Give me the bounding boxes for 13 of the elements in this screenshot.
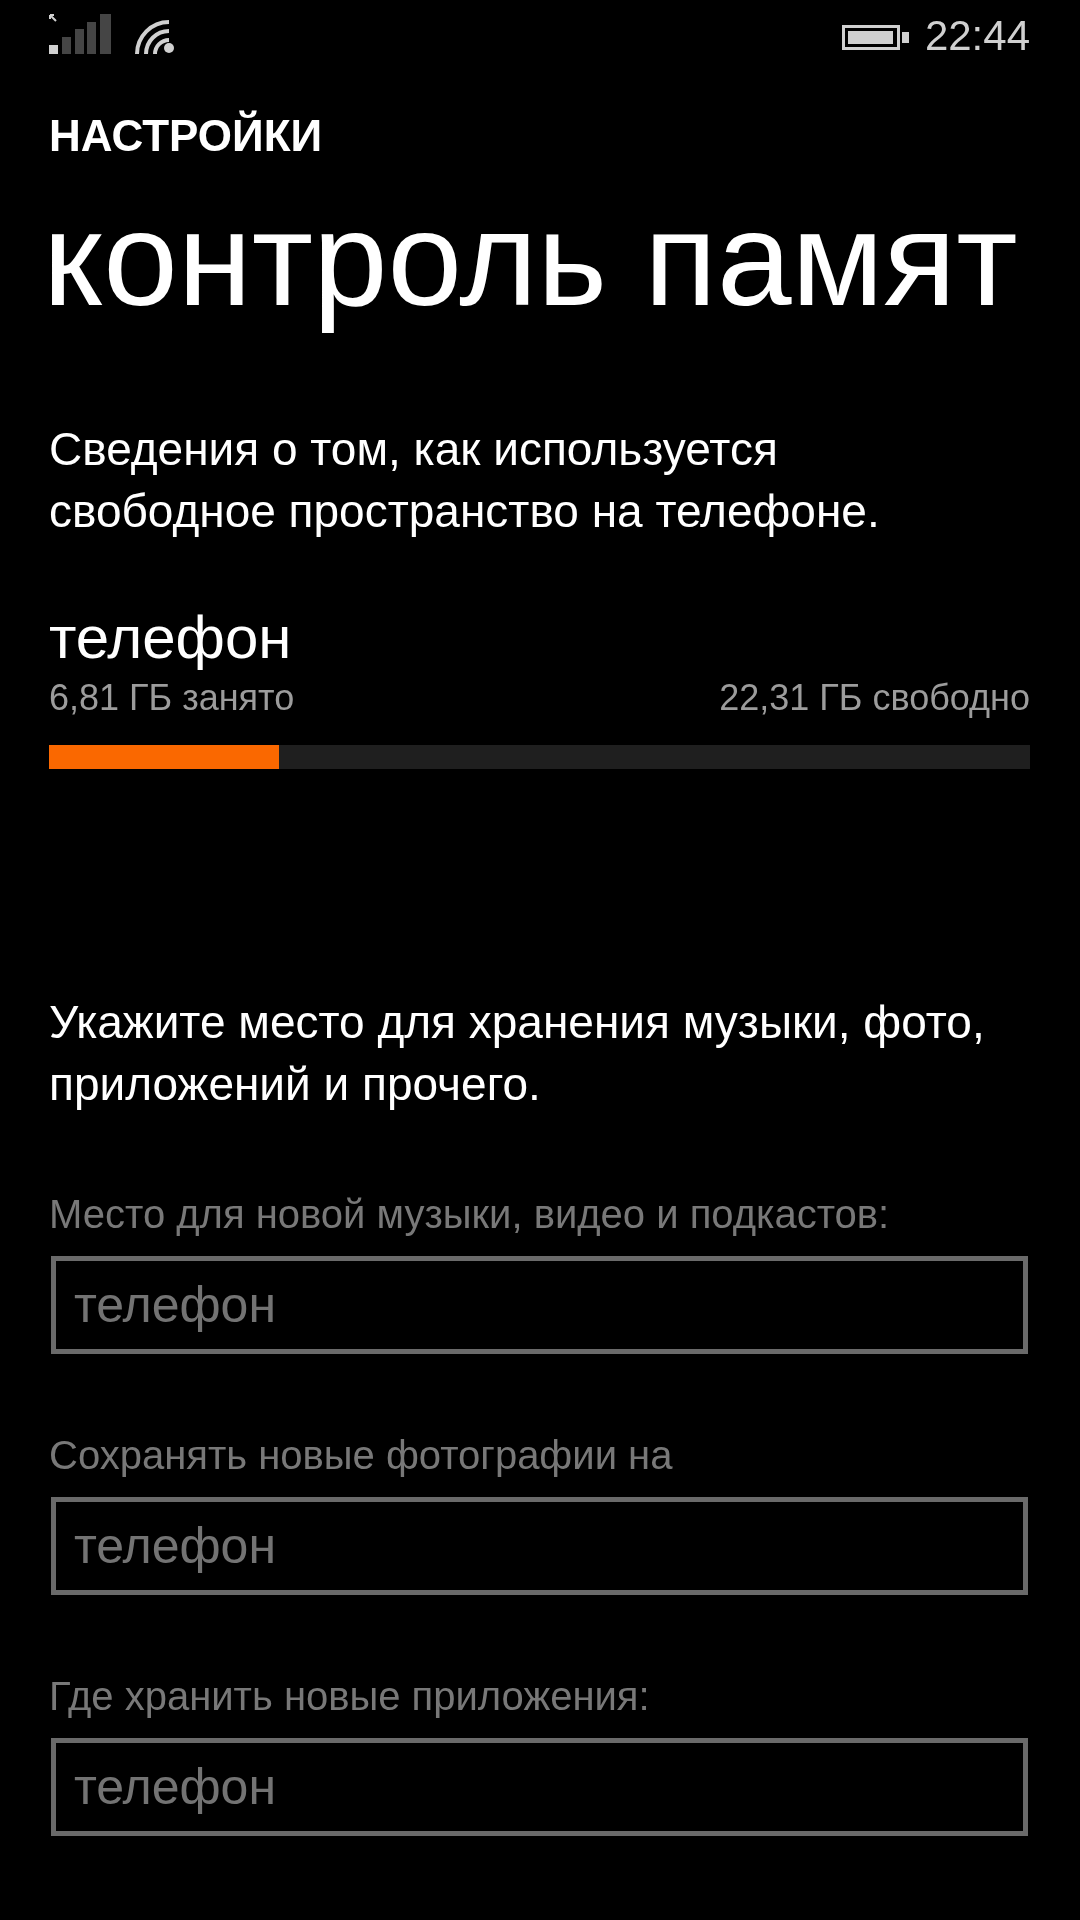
- free-space-text: 22,31 ГБ свободно: [719, 676, 1030, 720]
- field-label: Место для новой музыки, видео и подкастов:: [49, 1191, 891, 1238]
- page-title: контроль памят: [43, 184, 1019, 334]
- used-space-text: 6,81 ГБ занято: [49, 676, 295, 720]
- app-title: НАСТРОЙКИ: [49, 110, 324, 162]
- status-time: 22:44: [924, 12, 1030, 60]
- signal-icon: [49, 14, 111, 54]
- description-text: Сведения о том, как используется свободное пространство на телефоне.: [49, 422, 881, 539]
- instruction-text: Укажите место для хранения музыки, фото, приложений и прочего.: [49, 995, 986, 1112]
- field-label: Где хранить новые приложения:: [49, 1673, 651, 1720]
- storage-name: телефон: [49, 603, 293, 673]
- battery-icon: [841, 25, 909, 50]
- field-label: Сохранять новые фотографии на: [49, 1432, 674, 1479]
